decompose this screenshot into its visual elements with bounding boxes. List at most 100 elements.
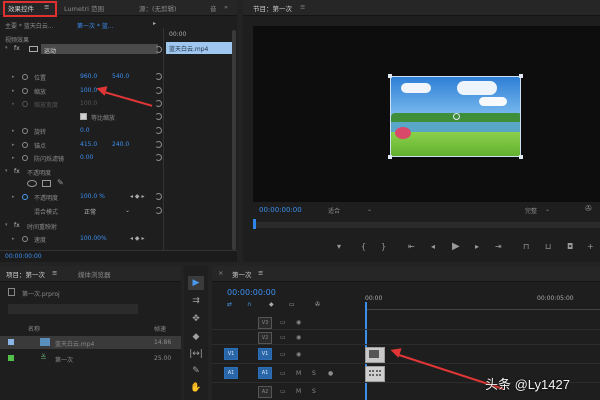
quality-dropdown[interactable]: 完整 xyxy=(525,206,537,215)
tab-source[interactable]: 源：(无剪辑) xyxy=(139,3,177,13)
track-a2-sync-icon[interactable]: ▭ xyxy=(280,388,286,395)
hand-tool-icon[interactable]: ✋ xyxy=(188,381,204,395)
col-name-header[interactable]: 名称 xyxy=(28,324,40,333)
panel-overflow-icon[interactable]: » xyxy=(224,3,228,11)
uniform-scale-checkbox[interactable] xyxy=(80,113,87,120)
scale-expand-icon[interactable]: ▸ xyxy=(12,88,15,94)
fit-dropdown[interactable]: 适合 xyxy=(328,206,340,215)
fx-time-badge[interactable]: fx xyxy=(14,222,20,229)
scale-width-expand-icon[interactable]: ▸ xyxy=(12,101,15,107)
time-remap-expand-icon[interactable]: ▾ xyxy=(5,222,8,228)
anchor-stopwatch-icon[interactable] xyxy=(22,142,28,148)
opacity-expand-icon[interactable]: ▸ xyxy=(12,194,15,200)
rotation-value[interactable]: 0.0 xyxy=(80,127,90,134)
track-select-tool-icon[interactable]: ⇉ xyxy=(188,294,204,308)
tab-media-browser[interactable]: 媒体浏览器 xyxy=(78,269,111,279)
antiflicker-expand-icon[interactable]: ▸ xyxy=(12,155,15,161)
opacity-keyframe-nav[interactable]: ◂ ◆ ▸ xyxy=(130,193,144,200)
play-only-icon[interactable]: ▸ xyxy=(153,20,156,27)
col-rate-header[interactable]: 帧速 xyxy=(154,324,166,333)
rotation-expand-icon[interactable]: ▸ xyxy=(12,128,15,134)
track-v3-sync-icon[interactable]: ▭ xyxy=(280,319,286,326)
mark-out-icon[interactable]: } xyxy=(381,242,386,251)
quality-chevron-down-icon[interactable]: ⌄ xyxy=(545,206,550,213)
track-v1-toggle[interactable]: V1 xyxy=(258,348,272,360)
antiflicker-reset-icon[interactable] xyxy=(155,154,162,161)
transform-handle-bl[interactable] xyxy=(388,155,392,159)
extract-icon[interactable]: ⊔ xyxy=(545,242,551,251)
fx-opacity-badge[interactable]: fx xyxy=(14,168,20,175)
track-a1-sync-icon[interactable]: ▭ xyxy=(280,370,286,377)
speed-stopwatch-icon[interactable] xyxy=(22,236,28,242)
program-scrub-bar[interactable] xyxy=(253,222,600,228)
program-timecode[interactable]: 00:00:00:00 xyxy=(259,206,302,214)
sequence-clip-label[interactable]: 第一次 * 蓝... xyxy=(77,21,114,30)
motion-transform-icon[interactable] xyxy=(29,46,38,52)
step-back-icon[interactable]: ◂ xyxy=(431,242,435,251)
anchor-expand-icon[interactable]: ▸ xyxy=(12,142,15,148)
transform-handle-tr[interactable] xyxy=(519,74,523,78)
rotation-reset-icon[interactable] xyxy=(155,127,162,134)
timeline-close-icon[interactable]: × xyxy=(218,269,223,277)
blend-mode-chevron-down-icon[interactable]: ⌄ xyxy=(125,207,130,214)
track-v2-toggle[interactable]: V2 xyxy=(258,332,272,344)
position-y-value[interactable]: 540.0 xyxy=(112,73,129,80)
tab-lumetri-scopes[interactable]: Lumetri 范围 xyxy=(64,3,104,13)
tab-project[interactable]: 项目：第一次 xyxy=(6,269,45,279)
settings-wrench-icon[interactable]: ✇ xyxy=(585,204,592,213)
position-reset-icon[interactable] xyxy=(155,73,162,80)
transform-anchor[interactable] xyxy=(453,113,460,120)
track-a1-mic-icon[interactable]: ● xyxy=(328,370,333,377)
timeline-wrench-icon[interactable]: ✇ xyxy=(315,301,320,308)
timeline-timecode[interactable]: 00:00:00:00 xyxy=(227,288,276,297)
transform-handle-tl[interactable] xyxy=(388,74,392,78)
program-playhead[interactable] xyxy=(253,219,256,229)
opacity-value[interactable]: 100.0 % xyxy=(80,193,105,200)
motion-expand-icon[interactable]: ▾ xyxy=(5,45,8,51)
program-title[interactable]: 节目：第一次 xyxy=(253,3,292,13)
antiflicker-value[interactable]: 0.00 xyxy=(80,154,93,161)
project-search-field[interactable] xyxy=(8,304,138,314)
linked-selection-icon[interactable]: ∩ xyxy=(247,301,251,308)
rect-mask-icon[interactable] xyxy=(42,180,51,187)
track-a1-mute-icon[interactable]: M xyxy=(296,370,301,377)
speed-keyframe-nav[interactable]: ◂ ◆ ▸ xyxy=(130,235,144,242)
opacity-reset-icon[interactable] xyxy=(155,193,162,200)
pen-mask-icon[interactable]: ✎ xyxy=(57,178,64,187)
track-a2-solo-icon[interactable]: S xyxy=(312,388,316,395)
anchor-reset-icon[interactable] xyxy=(155,141,162,148)
selection-tool-icon[interactable]: ▶ xyxy=(188,276,204,290)
blend-mode-reset-icon[interactable] xyxy=(155,207,162,214)
timeline-display-settings-icon[interactable]: ▭ xyxy=(289,301,295,308)
scale-width-reset-icon[interactable] xyxy=(155,100,162,107)
rotation-stopwatch-icon[interactable] xyxy=(22,128,28,134)
track-v2-sync-icon[interactable]: ▭ xyxy=(280,334,286,341)
go-to-out-icon[interactable]: ⇥ xyxy=(495,242,502,251)
opacity-section-expand-icon[interactable]: ▾ xyxy=(5,168,8,174)
track-a1-toggle[interactable]: A1 xyxy=(258,367,272,379)
position-expand-icon[interactable]: ▸ xyxy=(12,74,15,80)
tab-audio-mixer[interactable]: 音 xyxy=(210,3,217,13)
pen-tool-icon[interactable]: ✎ xyxy=(188,364,204,378)
timeline-menu-icon[interactable]: ≡ xyxy=(258,269,263,277)
motion-reset-icon[interactable] xyxy=(155,46,162,53)
uniform-scale-reset-icon[interactable] xyxy=(155,113,162,120)
ellipse-mask-icon[interactable] xyxy=(27,180,37,187)
position-x-value[interactable]: 960.0 xyxy=(80,73,97,80)
blend-mode-value[interactable]: 正常 xyxy=(84,207,96,216)
effect-controls-footer-time[interactable]: 00:00:00:00 xyxy=(5,253,42,260)
track-v2-eye-icon[interactable]: ◉ xyxy=(296,334,301,341)
fx-badge[interactable]: fx xyxy=(14,45,20,52)
add-button-icon[interactable]: + xyxy=(587,242,594,251)
fit-chevron-down-icon[interactable]: ⌄ xyxy=(367,206,372,213)
track-a1-source-patch[interactable]: A1 xyxy=(224,367,238,379)
track-v1-eye-icon[interactable]: ◉ xyxy=(296,351,301,358)
master-clip-label[interactable]: 主要 * 蓝天白云... xyxy=(5,21,54,30)
track-a2-toggle[interactable]: A2 xyxy=(258,386,272,398)
speed-value[interactable]: 100.00% xyxy=(80,235,107,242)
scale-stopwatch-icon[interactable] xyxy=(22,88,28,94)
track-a1-solo-icon[interactable]: S xyxy=(312,370,316,377)
timeline-ruler[interactable] xyxy=(365,302,600,310)
go-to-in-icon[interactable]: ⇤ xyxy=(408,242,415,251)
vertical-scrollbar[interactable] xyxy=(232,30,236,250)
